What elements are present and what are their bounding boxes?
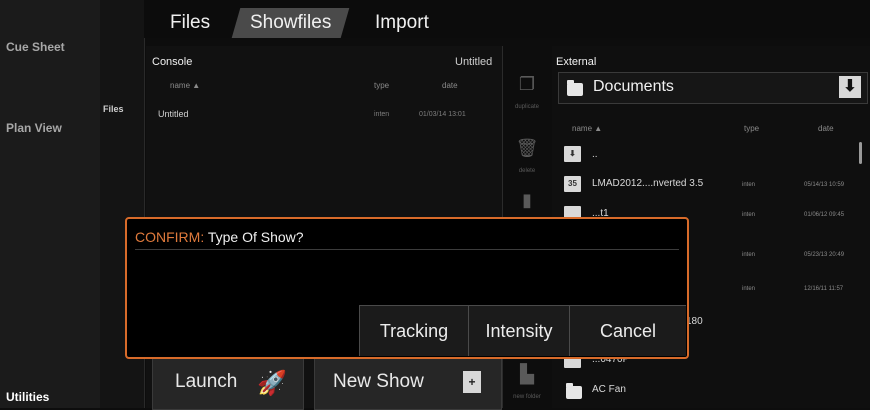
console-row-date: 01/03/14 13:01 [419,111,466,118]
download-icon[interactable]: ⬇ [839,76,861,98]
tab-showfiles[interactable]: Showfiles [231,8,350,38]
external-col-name[interactable]: name ▲ [572,124,602,133]
duplicate-button[interactable]: ❐ duplicate [512,74,542,113]
console-col-date[interactable]: date [442,81,458,90]
nav-plan-view[interactable]: Plan View [6,121,62,135]
row-name: AC Fan [592,384,626,395]
left-nav: Cue Sheet Plan View Utilities [0,0,101,408]
subnav-files[interactable]: Files [103,104,124,114]
row-type: inten [742,212,756,218]
nav-utilities[interactable]: Utilities [6,390,49,404]
rocket-icon: 🚀 [257,370,287,397]
console-col-type[interactable]: type [374,81,389,90]
row-type: inten [742,252,756,258]
row-name: .. [592,149,598,160]
console-col-name[interactable]: name ▲ [170,81,200,90]
new-document-icon: + [463,371,481,393]
showfile-icon: 35 [564,176,581,192]
tracking-button[interactable]: Tracking [359,305,468,356]
copy-button[interactable]: ▮ [512,190,542,211]
console-row-type: inten [374,111,390,118]
folder-icon [566,383,582,399]
launch-button[interactable]: Launch 🚀 [152,356,304,410]
console-row-name: Untitled [158,109,189,119]
console-show-name: Untitled [455,56,493,68]
delete-label: delete [518,168,536,174]
row-date: 01/06/12 09:45 [804,212,845,218]
row-name: LMAD2012....nverted 3.5 [592,178,704,189]
external-col-date[interactable]: date [818,124,834,133]
new-folder-label: new folder [513,394,541,400]
parent-folder-icon: ⬇ [564,146,581,162]
location-bar[interactable]: Documents ⬇ [558,72,868,104]
delete-button[interactable]: 🗑 delete [512,138,542,177]
row-type: inten [742,182,756,188]
tab-import[interactable]: Import [375,8,429,38]
duplicate-icon: ❐ [518,74,536,94]
row-date: 12/16/11 11:57 [804,286,844,292]
trash-icon: 🗑 [515,138,539,158]
new-show-label: New Show [333,371,424,392]
external-title: External [556,56,597,68]
nav-cue-sheet[interactable]: Cue Sheet [6,40,65,54]
location-label: Documents [593,78,674,95]
external-col-type[interactable]: type [744,124,759,133]
tab-bar: Files Showfiles Import [144,0,870,38]
new-show-button[interactable]: New Show + [314,356,502,410]
console-title: Console [152,56,193,68]
cancel-button[interactable]: Cancel [569,305,686,356]
intensity-button[interactable]: Intensity [468,305,569,356]
launch-label: Launch [175,371,238,392]
scrollbar[interactable] [859,142,862,164]
duplicate-label: duplicate [514,104,540,110]
tab-files[interactable]: Files [170,8,210,38]
dialog-divider [135,249,679,250]
dialog-title: CONFIRM: Type Of Show? [135,229,304,245]
row-date: 05/14/13 10:59 [804,182,845,188]
row-date: 05/23/13 20:49 [804,252,845,258]
new-folder-button[interactable]: ▙ new folder [512,364,542,403]
new-folder-icon: ▙ [520,364,534,384]
dialog-question: Type Of Show? [207,229,304,245]
document-icon: ▮ [522,190,532,210]
row-type: inten [742,286,756,292]
folder-icon [567,80,583,96]
confirm-dialog: CONFIRM: Type Of Show? Tracking Intensit… [125,217,689,359]
dialog-keyword: CONFIRM: [135,229,205,245]
tab-showfiles-label: Showfiles [250,12,332,33]
